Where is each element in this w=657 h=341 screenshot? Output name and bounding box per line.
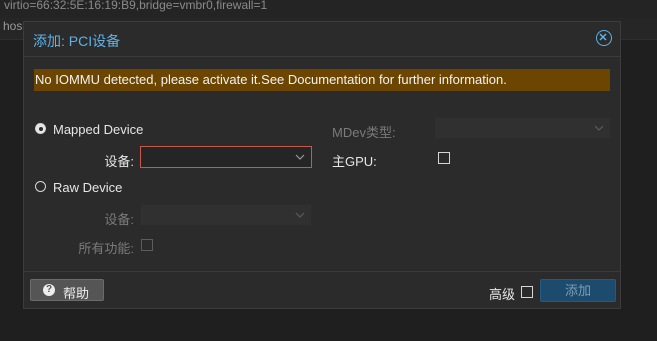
help-button-label: 帮助 [63,286,90,301]
help-button[interactable]: ? 帮助 [30,279,104,301]
question-circle-icon: ? [43,284,55,296]
background-config-line: virtio=66:32:5E:16:19:B9,bridge=vmbr0,fi… [0,0,657,18]
all-functions-label: 所有功能: [78,241,134,256]
close-icon [599,33,607,41]
all-functions-checkbox [141,239,153,251]
mdev-type-select [434,117,611,139]
primary-gpu-checkbox[interactable] [438,152,450,164]
mdev-type-label: MDev类型: [332,125,396,140]
close-button[interactable] [596,30,612,46]
raw-device-select [140,204,312,226]
iommu-warning-banner: No IOMMU detected, please activate it.Se… [34,69,610,91]
mapped-device-radio[interactable] [35,123,46,134]
advanced-label: 高级 [489,287,516,302]
raw-device-field-label: 设备: [104,212,134,227]
dialog-title: 添加: PCI设备 [33,33,121,49]
mapped-device-field-label: 设备: [104,154,134,169]
add-button[interactable]: 添加 [540,279,616,302]
mapped-device-label[interactable]: Mapped Device [53,122,143,137]
primary-gpu-label: 主GPU: [332,154,377,169]
dialog-titlebar: 添加: PCI设备 [24,22,620,57]
chevron-down-icon [594,125,604,131]
raw-device-radio[interactable] [35,181,46,192]
mapped-device-select[interactable] [140,146,312,168]
chevron-down-icon [295,212,305,218]
advanced-checkbox[interactable] [521,286,533,298]
chevron-down-icon [295,154,305,160]
raw-device-label[interactable]: Raw Device [53,180,122,195]
add-pci-device-dialog: 添加: PCI设备 No IOMMU detected, please acti… [23,21,621,309]
dialog-footer: ? 帮助 高级 添加 [24,271,620,308]
